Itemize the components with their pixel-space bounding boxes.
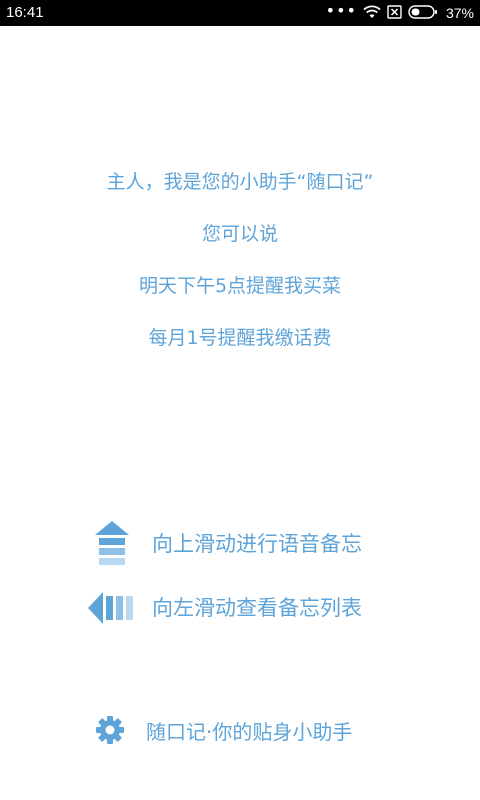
intro-example-1: 明天下午5点提醒我买菜 bbox=[138, 275, 342, 297]
battery-icon bbox=[408, 4, 438, 23]
footer[interactable]: 随口记·你的贴身小助手 bbox=[94, 714, 352, 750]
footer-slogan: 随口记·你的贴身小助手 bbox=[146, 720, 353, 744]
status-bar: 16:41 ••• 37% bbox=[0, 0, 480, 26]
intro-prompt: 您可以说 bbox=[201, 223, 278, 245]
swipe-left-label: 向左滑动查看备忘列表 bbox=[152, 596, 362, 620]
battery-percent: 37% bbox=[445, 5, 474, 21]
intro-greeting: 主人，我是您的小助手“随口记” bbox=[106, 171, 374, 193]
swipe-left-arrow-icon bbox=[86, 582, 138, 634]
swipe-up-arrow-icon bbox=[86, 518, 138, 570]
intro-example-2: 每月1号提醒我缴话费 bbox=[148, 327, 332, 349]
swipe-left-hint[interactable]: 向左滑动查看备忘列表 bbox=[86, 582, 362, 634]
wifi-icon bbox=[363, 4, 381, 23]
swipe-up-label: 向上滑动进行语音备忘 bbox=[152, 532, 362, 556]
no-sim-icon bbox=[387, 4, 402, 23]
notification-dots-icon: ••• bbox=[325, 1, 357, 20]
gear-icon[interactable] bbox=[94, 714, 126, 750]
swipe-up-hint[interactable]: 向上滑动进行语音备忘 bbox=[86, 518, 362, 570]
status-icons: ••• 37% bbox=[326, 3, 474, 23]
status-time: 16:41 bbox=[6, 4, 44, 21]
